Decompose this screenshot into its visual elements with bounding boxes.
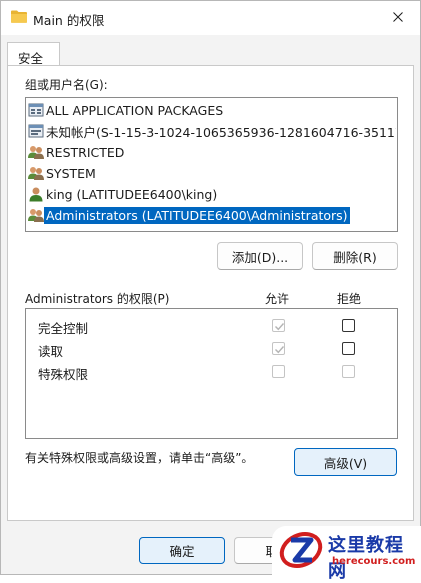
remove-button[interactable]: 删除(R) — [312, 242, 398, 270]
list-item[interactable]: ALL APPLICATION PACKAGES — [28, 100, 396, 120]
close-button[interactable] — [376, 1, 420, 33]
principal-name: Administrators (LATITUDEE6400\Administra… — [44, 206, 350, 224]
ok-button[interactable]: 确定 — [139, 537, 225, 564]
allow-checkbox — [272, 319, 285, 332]
user-icon — [29, 187, 43, 202]
group-user-label: 组或用户名(G): — [25, 78, 108, 92]
group-icon — [28, 167, 44, 180]
tab-security[interactable]: 安全 — [7, 42, 60, 67]
advanced-hint: 有关特殊权限或高级设置，请单击“高级”。 — [25, 451, 254, 465]
principal-name: king (LATITUDEE6400\king) — [46, 186, 218, 202]
title-bar: Main 的权限 — [1, 1, 420, 35]
group-icon — [28, 209, 44, 222]
list-item[interactable]: SYSTEM — [28, 163, 396, 183]
advanced-button[interactable]: 高级(V) — [294, 448, 397, 476]
list-item[interactable]: RESTRICTED — [28, 142, 396, 162]
deny-checkbox — [342, 365, 355, 378]
permission-row: 读取 — [26, 337, 397, 359]
deny-column-label: 拒绝 — [337, 292, 362, 306]
principal-name: SYSTEM — [46, 165, 96, 181]
permission-row: 特殊权限 — [26, 360, 397, 382]
window-title: Main 的权限 — [33, 13, 105, 28]
app-packages-icon — [28, 103, 44, 117]
list-item[interactable]: king (LATITUDEE6400\king) — [28, 184, 396, 204]
watermark-logo — [279, 531, 323, 569]
permissions-list: 完全控制 读取 特殊权限 — [25, 308, 398, 439]
folder-icon — [11, 10, 27, 23]
list-item[interactable]: 未知帐户(S-1-15-3-1024-1065365936-1281604716… — [28, 121, 396, 141]
watermark-site: herecours.com — [332, 556, 416, 567]
permission-name: 特殊权限 — [38, 367, 89, 382]
deny-checkbox[interactable] — [342, 342, 355, 355]
permission-row: 完全控制 — [26, 314, 397, 336]
list-item[interactable]: Administrators (LATITUDEE6400\Administra… — [28, 205, 396, 225]
principal-name: ALL APPLICATION PACKAGES — [46, 102, 224, 118]
add-button[interactable]: 添加(D)... — [217, 242, 303, 270]
allow-checkbox — [272, 342, 285, 355]
group-icon — [28, 146, 44, 159]
check-icon — [275, 346, 285, 354]
allow-checkbox — [272, 365, 285, 378]
allow-column-label: 允许 — [265, 292, 290, 306]
permissions-header: Administrators 的权限(P) — [25, 292, 170, 306]
principal-name: 未知帐户(S-1-15-3-1024-1065365936-1281604716… — [46, 124, 396, 140]
unknown-account-icon — [28, 124, 44, 138]
principal-list[interactable]: ALL APPLICATION PACKAGES 未知帐户(S-1-15-3-1… — [25, 97, 398, 232]
permission-name: 读取 — [38, 344, 64, 359]
tab-strip: 安全 — [1, 35, 420, 67]
site-watermark: 这里教程网 herecours.com — [272, 526, 421, 582]
close-icon — [393, 12, 403, 22]
permission-name: 完全控制 — [38, 321, 89, 336]
permissions-dialog: Main 的权限 安全 组或用户名(G): ALL APPLICATION PA… — [0, 0, 421, 575]
deny-checkbox[interactable] — [342, 319, 355, 332]
check-icon — [275, 323, 285, 331]
principal-name: RESTRICTED — [46, 144, 125, 160]
